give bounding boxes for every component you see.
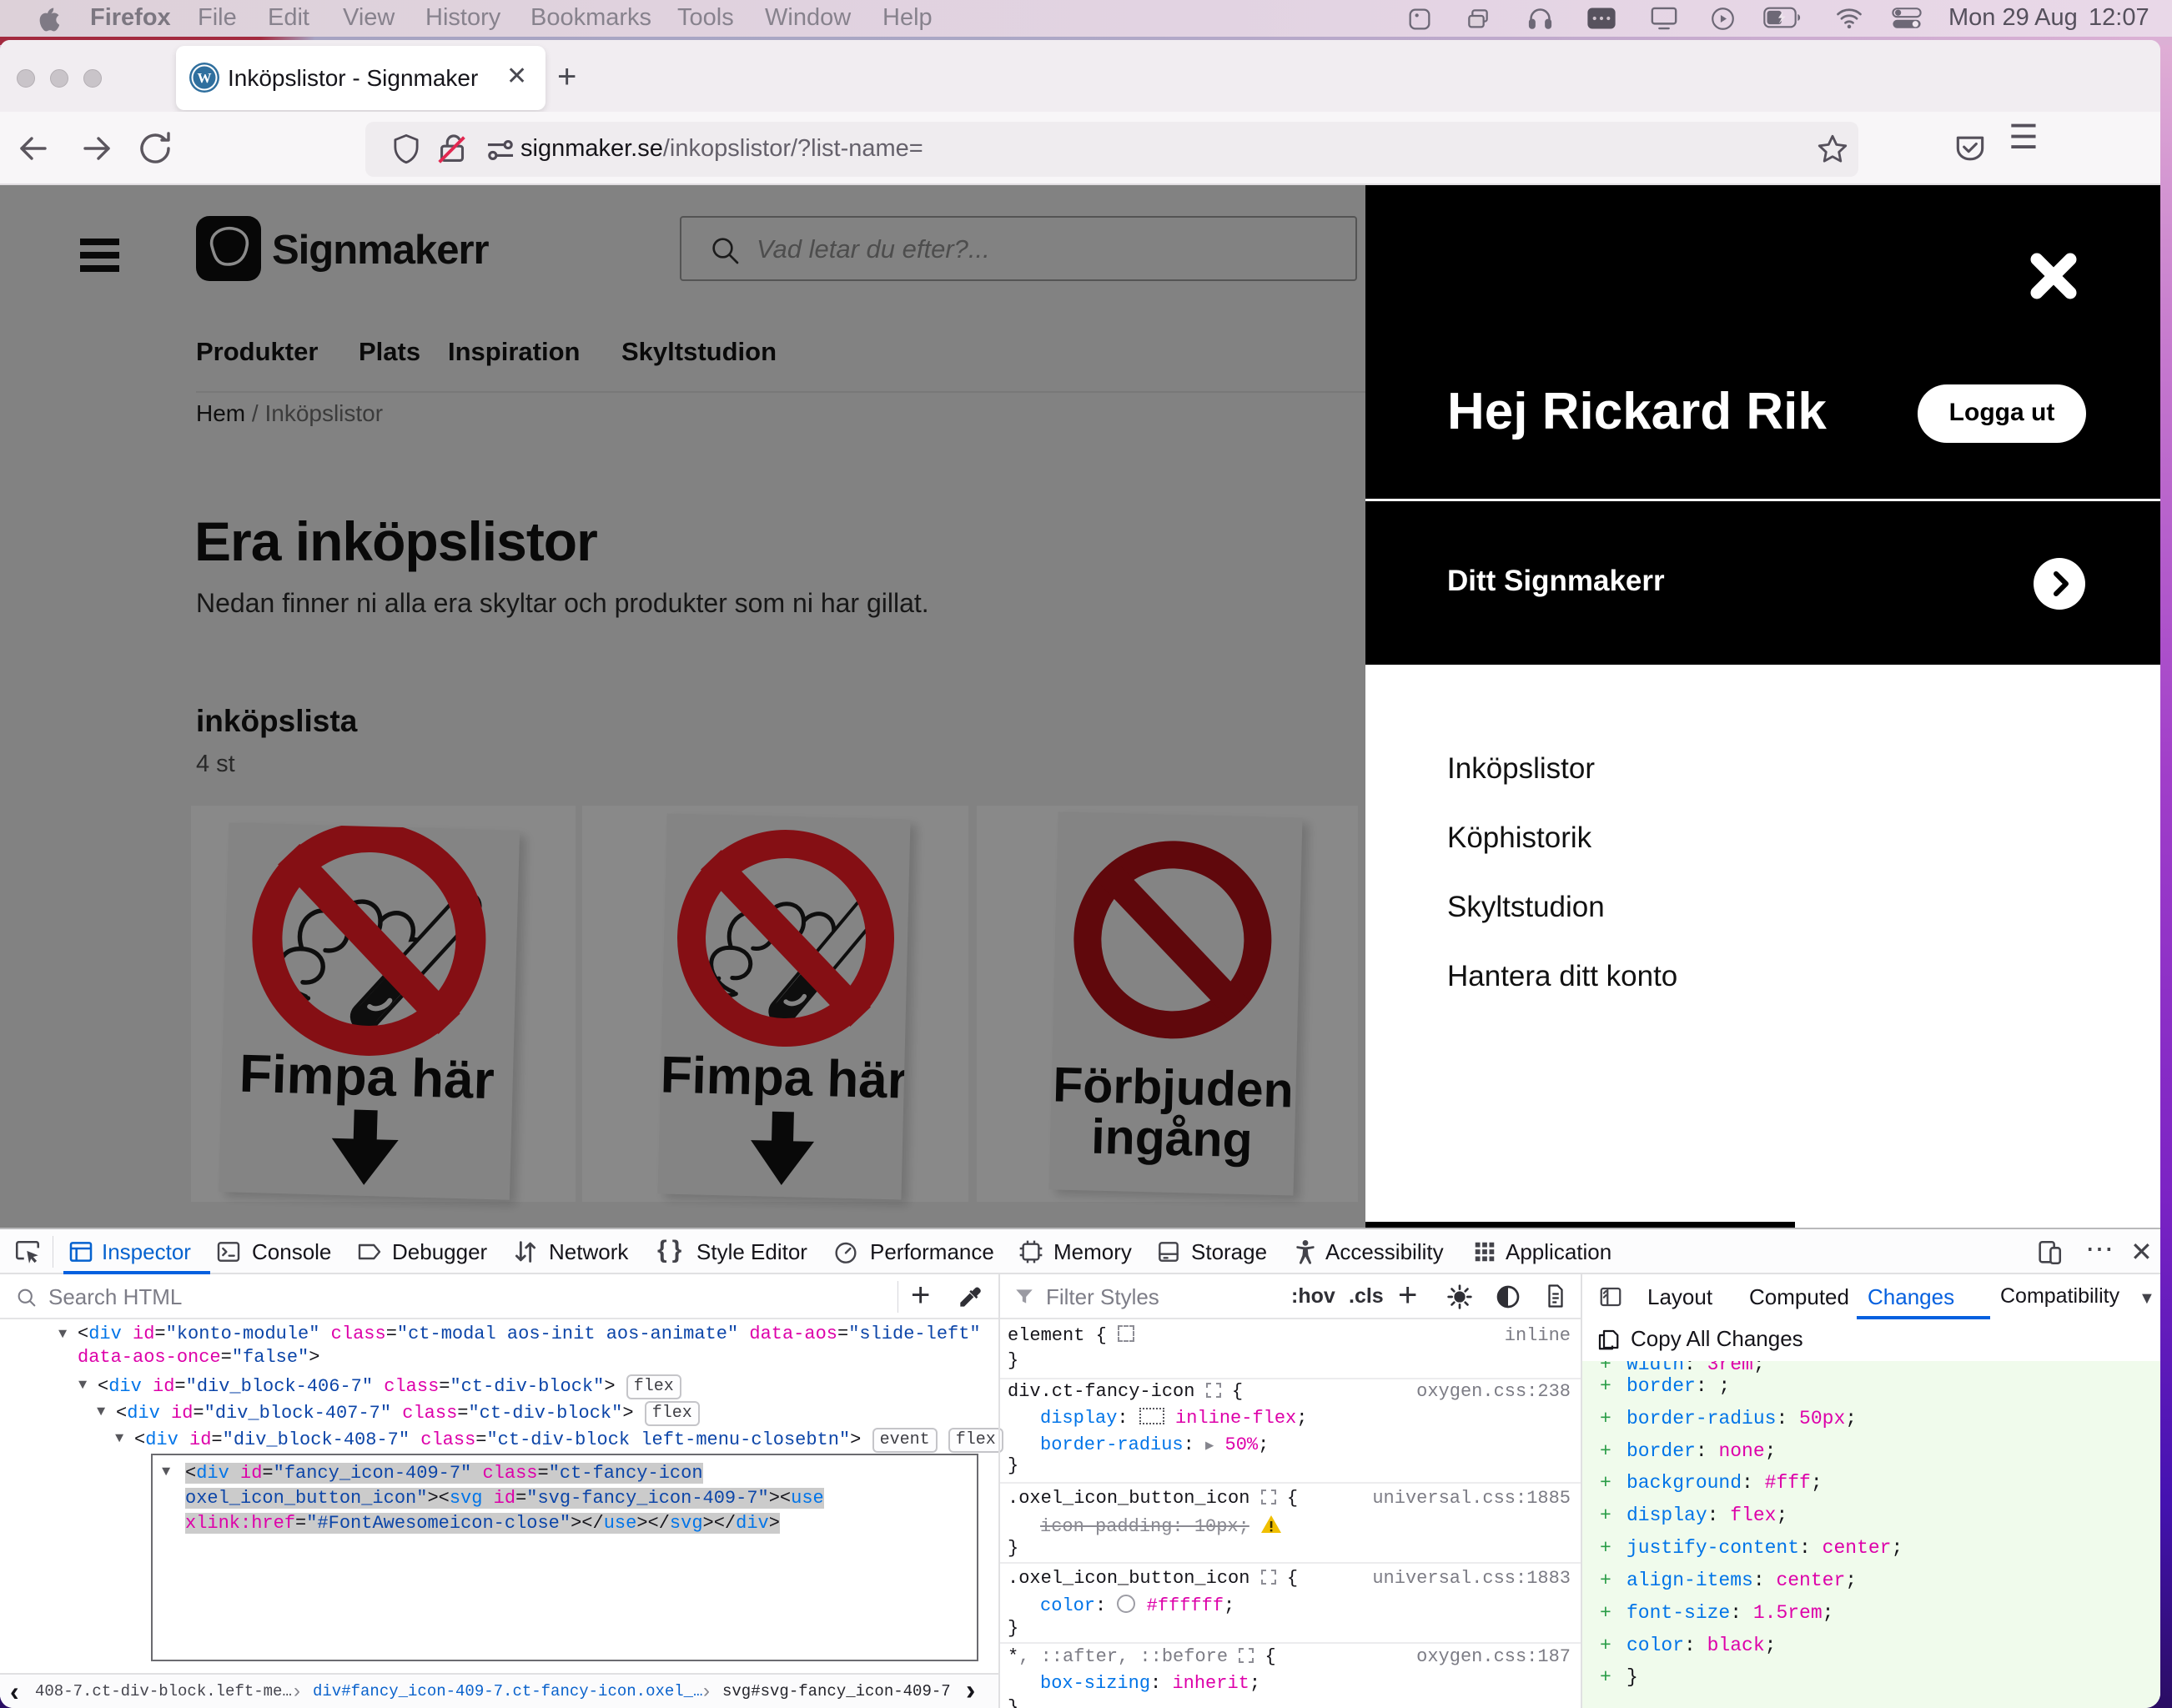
svg-text:W: W	[198, 70, 212, 86]
